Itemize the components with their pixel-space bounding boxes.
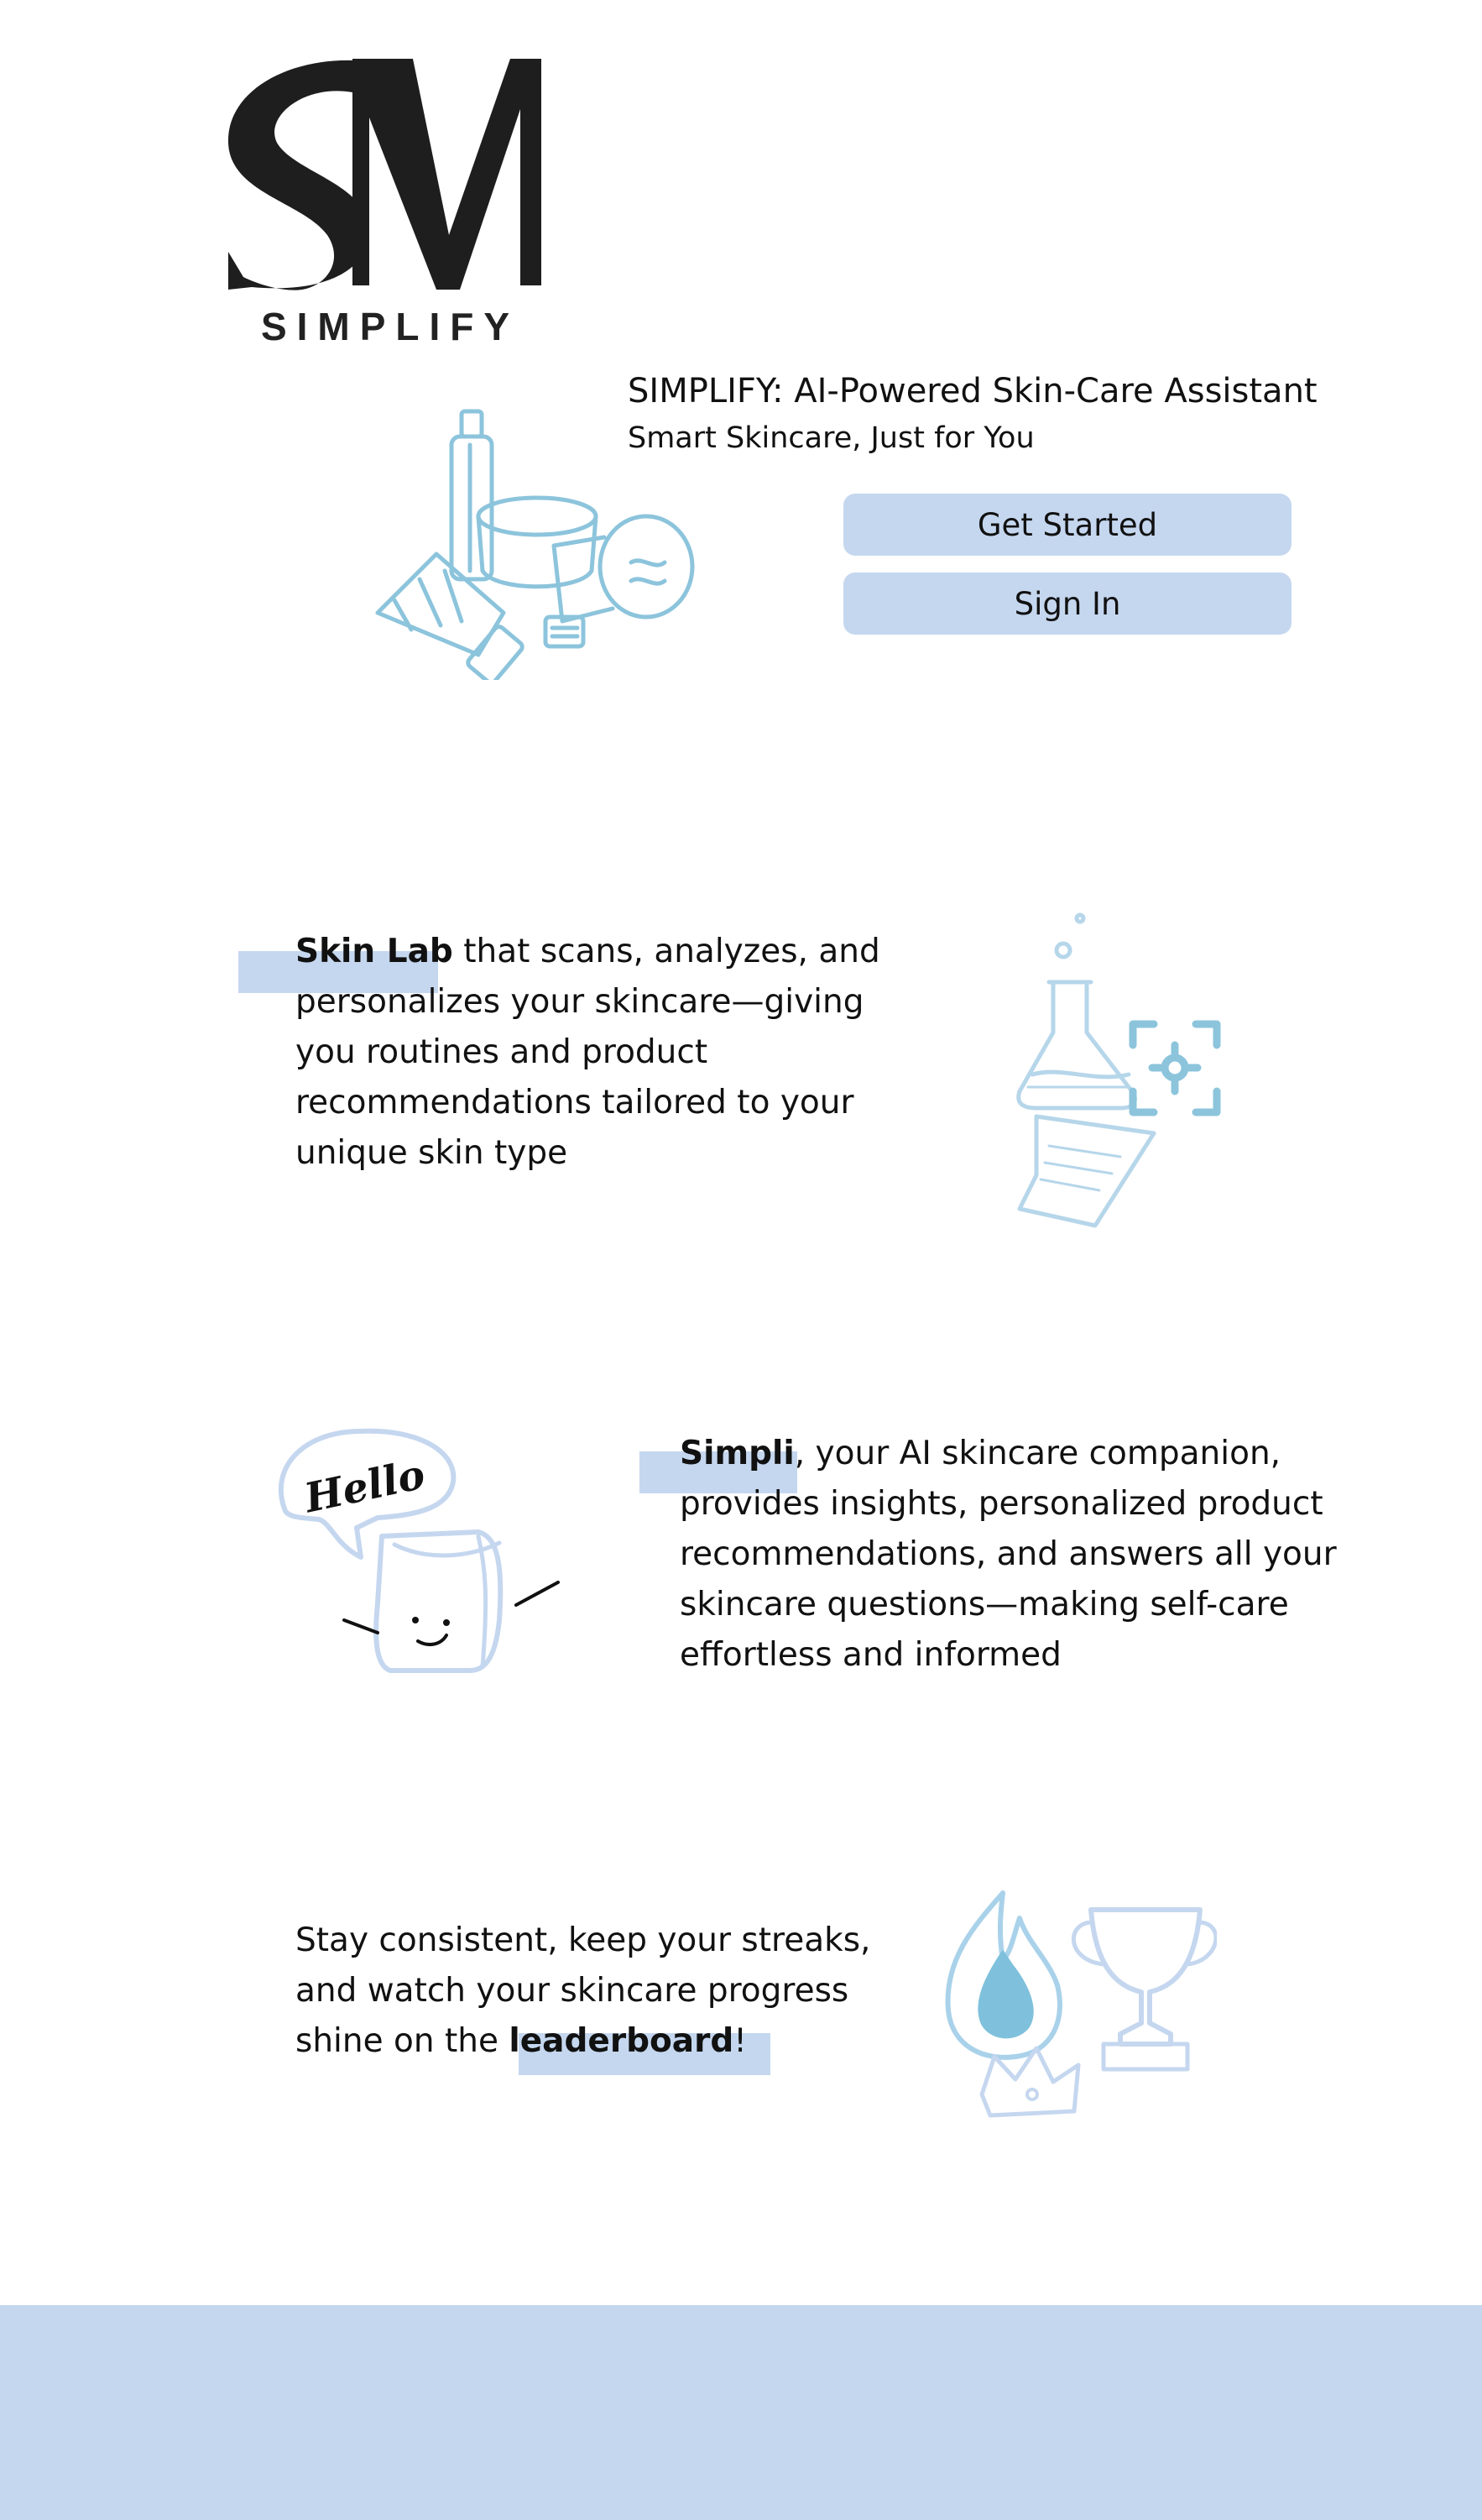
lab-flask-scan-icon: [1016, 912, 1221, 1228]
brand-wordmark: SIMPLIFY: [260, 305, 520, 348]
skin-lab-label: Skin Lab: [295, 933, 453, 970]
brand-logo: SIMPLIFY: [227, 59, 554, 353]
skin-lab-highlight: Skin Lab: [238, 927, 453, 993]
leaderboard-illustration: [940, 1885, 1218, 2128]
feature-skin-lab-text: Skin Lab that scans, analyzes, and perso…: [238, 927, 883, 1179]
streak-trophy-crown-icon: [945, 1890, 1218, 2118]
simpli-illustration: Hello: [269, 1419, 579, 1696]
get-started-button[interactable]: Get Started: [843, 494, 1292, 556]
sign-in-button[interactable]: Sign In: [843, 572, 1292, 635]
simpli-label: Simpli: [680, 1435, 795, 1472]
skin-lab-illustration: [1003, 907, 1246, 1242]
hero-subtitle: Smart Skincare, Just for You: [628, 421, 1035, 455]
leaderboard-label: leaderboard: [509, 2022, 734, 2060]
feature-simpli-text: Simpli , your AI skincare companion, pro…: [639, 1429, 1368, 1681]
sm-monogram-icon: [227, 59, 541, 290]
feature-leaderboard-text: Stay consistent, keep your streaks, and …: [295, 1916, 900, 2075]
simpli-highlight: Simpli: [639, 1429, 797, 1493]
footer-band: [0, 2305, 1482, 2520]
hero-title: SIMPLIFY: AI-Powered Skin-Care Assistant: [628, 372, 1318, 410]
chat-companion-hello-icon: Hello: [279, 1428, 560, 1673]
leaderboard-suffix: !: [733, 2022, 747, 2060]
leaderboard-highlight: leaderboard: [509, 2016, 771, 2075]
